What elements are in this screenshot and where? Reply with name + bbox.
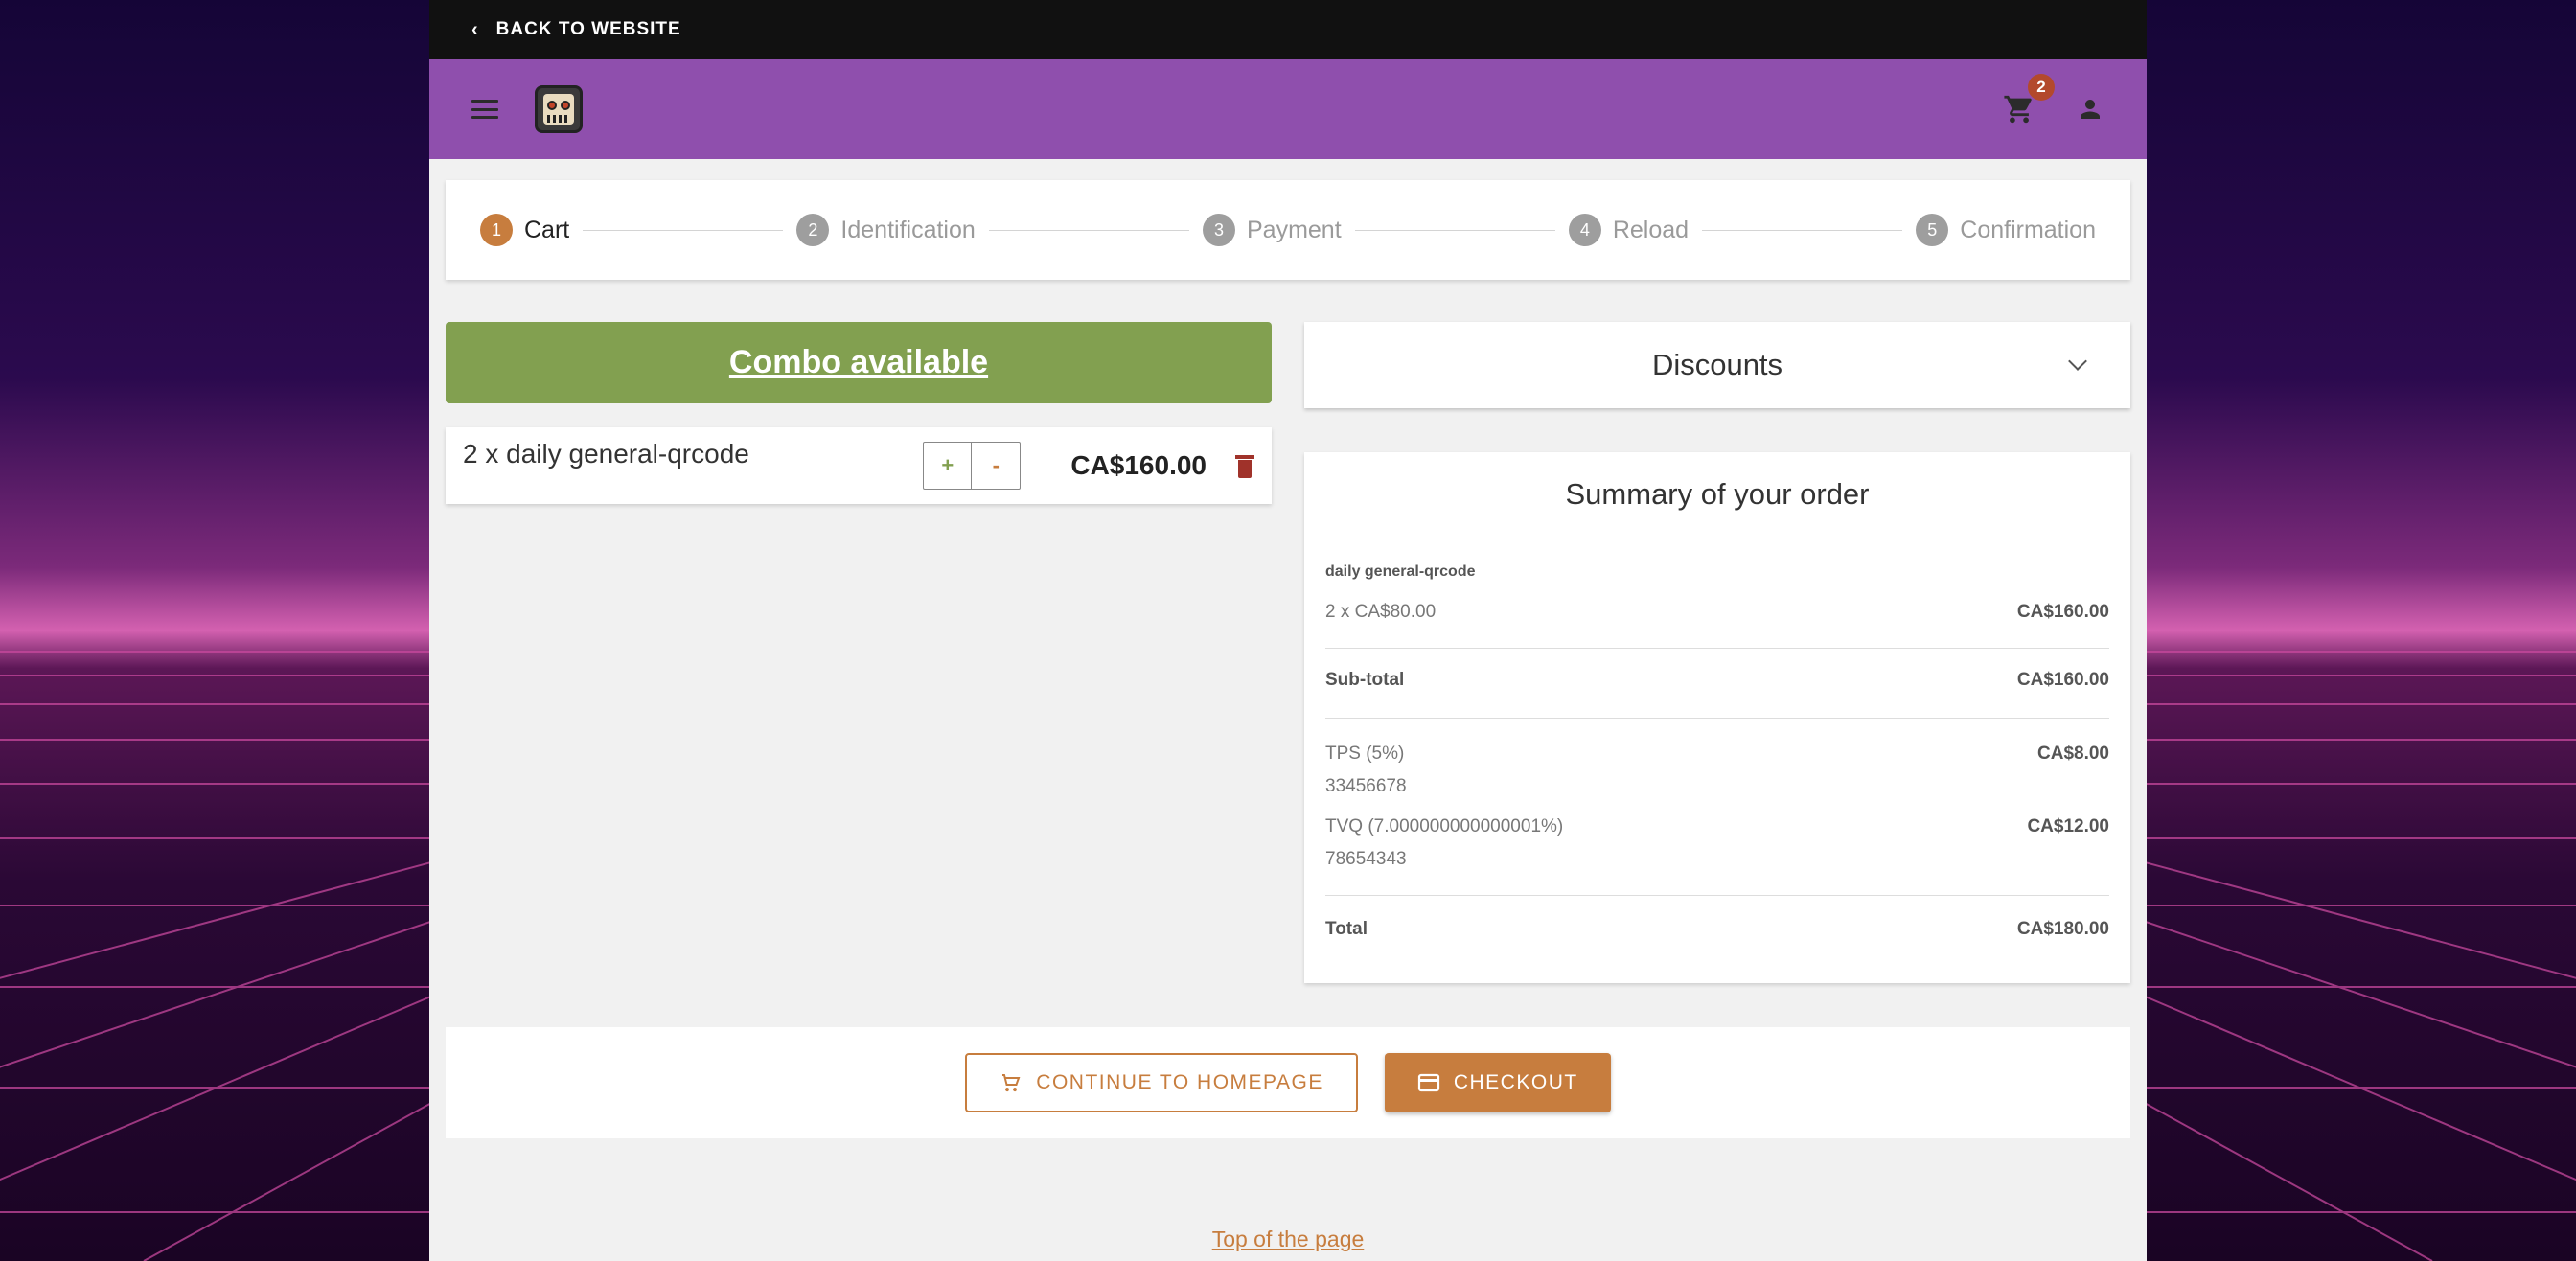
page-container: ‹ BACK TO WEBSITE 2 1 Cart 2 Identificat… <box>429 0 2147 1261</box>
summary-title: Summary of your order <box>1565 477 1870 511</box>
cart-item-price: CA$160.00 <box>1070 450 1207 480</box>
summary-product-total: CA$160.00 <box>2016 602 2109 622</box>
step-connector <box>1702 229 1903 231</box>
step-cart[interactable]: 1 Cart <box>480 214 569 246</box>
step-number: 4 <box>1568 214 1601 246</box>
tax-tps-row: TPS (5%) CA$8.00 <box>1325 719 2109 765</box>
step-connector <box>1354 229 1555 231</box>
tax-tvq-row: TVQ (7.000000000000001%) CA$12.00 <box>1325 816 2109 837</box>
tax-tvq-label: TVQ (7.000000000000001%) <box>1325 816 1564 837</box>
user-icon[interactable] <box>2076 95 2104 124</box>
step-identification[interactable]: 2 Identification <box>796 214 976 246</box>
cart-icon <box>1002 1074 1021 1092</box>
back-label: BACK TO WEBSITE <box>495 19 681 39</box>
header: 2 <box>429 59 2147 159</box>
top-of-page-link[interactable]: Top of the page <box>429 1227 2147 1252</box>
discounts-panel[interactable]: Discounts <box>1304 322 2130 408</box>
total-row: Total CA$180.00 <box>1325 896 2109 940</box>
continue-to-homepage-button[interactable]: CONTINUE TO HOMEPAGE <box>965 1053 1358 1112</box>
step-label: Cart <box>524 216 570 243</box>
step-label: Identification <box>840 216 976 243</box>
step-confirmation[interactable]: 5 Confirmation <box>1916 214 2096 246</box>
chevron-down-icon <box>2068 352 2087 371</box>
back-to-website-link[interactable]: ‹ BACK TO WEBSITE <box>472 19 681 41</box>
cart-icon <box>2004 95 2032 124</box>
subtotal-row: Sub-total CA$160.00 <box>1325 649 2109 718</box>
decrease-quantity-button[interactable]: - <box>972 443 1020 489</box>
total-value: CA$180.00 <box>2016 919 2109 939</box>
trash-icon[interactable] <box>1235 453 1254 478</box>
hamburger-icon[interactable] <box>472 100 498 119</box>
tax-tps-number-row: 33456678 <box>1325 776 2109 797</box>
summary-product-qty: 2 x CA$80.00 <box>1325 602 1437 622</box>
step-payment[interactable]: 3 Payment <box>1202 214 1342 246</box>
tax-tvq-number-row: 78654343 <box>1325 849 2109 895</box>
order-summary: Summary of your order daily general-qrco… <box>1304 452 2130 983</box>
discounts-label: Discounts <box>1651 348 1783 381</box>
step-number: 2 <box>796 214 830 246</box>
summary-product-row: 2 x CA$80.00 CA$160.00 <box>1325 602 2109 648</box>
step-label: Payment <box>1246 216 1342 243</box>
continue-label: CONTINUE TO HOMEPAGE <box>1036 1071 1323 1093</box>
cart-button[interactable]: 2 <box>2003 74 2055 126</box>
combo-label[interactable]: Combo available <box>729 344 988 381</box>
tax-tvq-value: CA$12.00 <box>2027 816 2109 837</box>
total-label: Total <box>1325 919 1368 939</box>
tax-tps-label: TPS (5%) <box>1325 744 1405 764</box>
tax-tps-number: 33456678 <box>1325 776 1407 796</box>
step-label: Reload <box>1612 216 1690 243</box>
top-bar: ‹ BACK TO WEBSITE <box>429 0 2147 59</box>
action-bar: CONTINUE TO HOMEPAGE CHECKOUT <box>446 1027 2130 1138</box>
step-connector <box>988 229 1189 231</box>
quantity-stepper: + - <box>923 442 1022 490</box>
subtotal-label: Sub-total <box>1325 670 1405 690</box>
tax-tps-value: CA$8.00 <box>2037 744 2109 764</box>
cart-count-badge: 2 <box>2028 74 2055 101</box>
step-reload[interactable]: 4 Reload <box>1568 214 1690 246</box>
cart-item-name: 2 x daily general-qrcode <box>463 439 749 469</box>
step-label: Confirmation <box>1960 216 2096 243</box>
checkout-label: CHECKOUT <box>1453 1071 1578 1093</box>
step-number: 1 <box>480 214 513 246</box>
step-number: 3 <box>1202 214 1235 246</box>
step-connector <box>583 229 784 231</box>
tax-tvq-number: 78654343 <box>1325 849 1407 869</box>
subtotal-value: CA$160.00 <box>2016 670 2109 690</box>
chevron-left-icon: ‹ <box>472 18 479 40</box>
combo-available-banner[interactable]: Combo available <box>446 322 1272 403</box>
credit-card-icon <box>1417 1073 1439 1092</box>
step-number: 5 <box>1916 214 1949 246</box>
increase-quantity-button[interactable]: + <box>924 443 973 489</box>
checkout-stepper: 1 Cart 2 Identification 3 Payment 4 Relo… <box>446 180 2130 280</box>
checkout-button[interactable]: CHECKOUT <box>1384 1053 1611 1112</box>
robot-logo-icon[interactable] <box>535 85 583 133</box>
cart-item: 2 x daily general-qrcode + - CA$160.00 <box>446 427 1272 504</box>
summary-product-name: daily general-qrcode <box>1325 563 1476 580</box>
